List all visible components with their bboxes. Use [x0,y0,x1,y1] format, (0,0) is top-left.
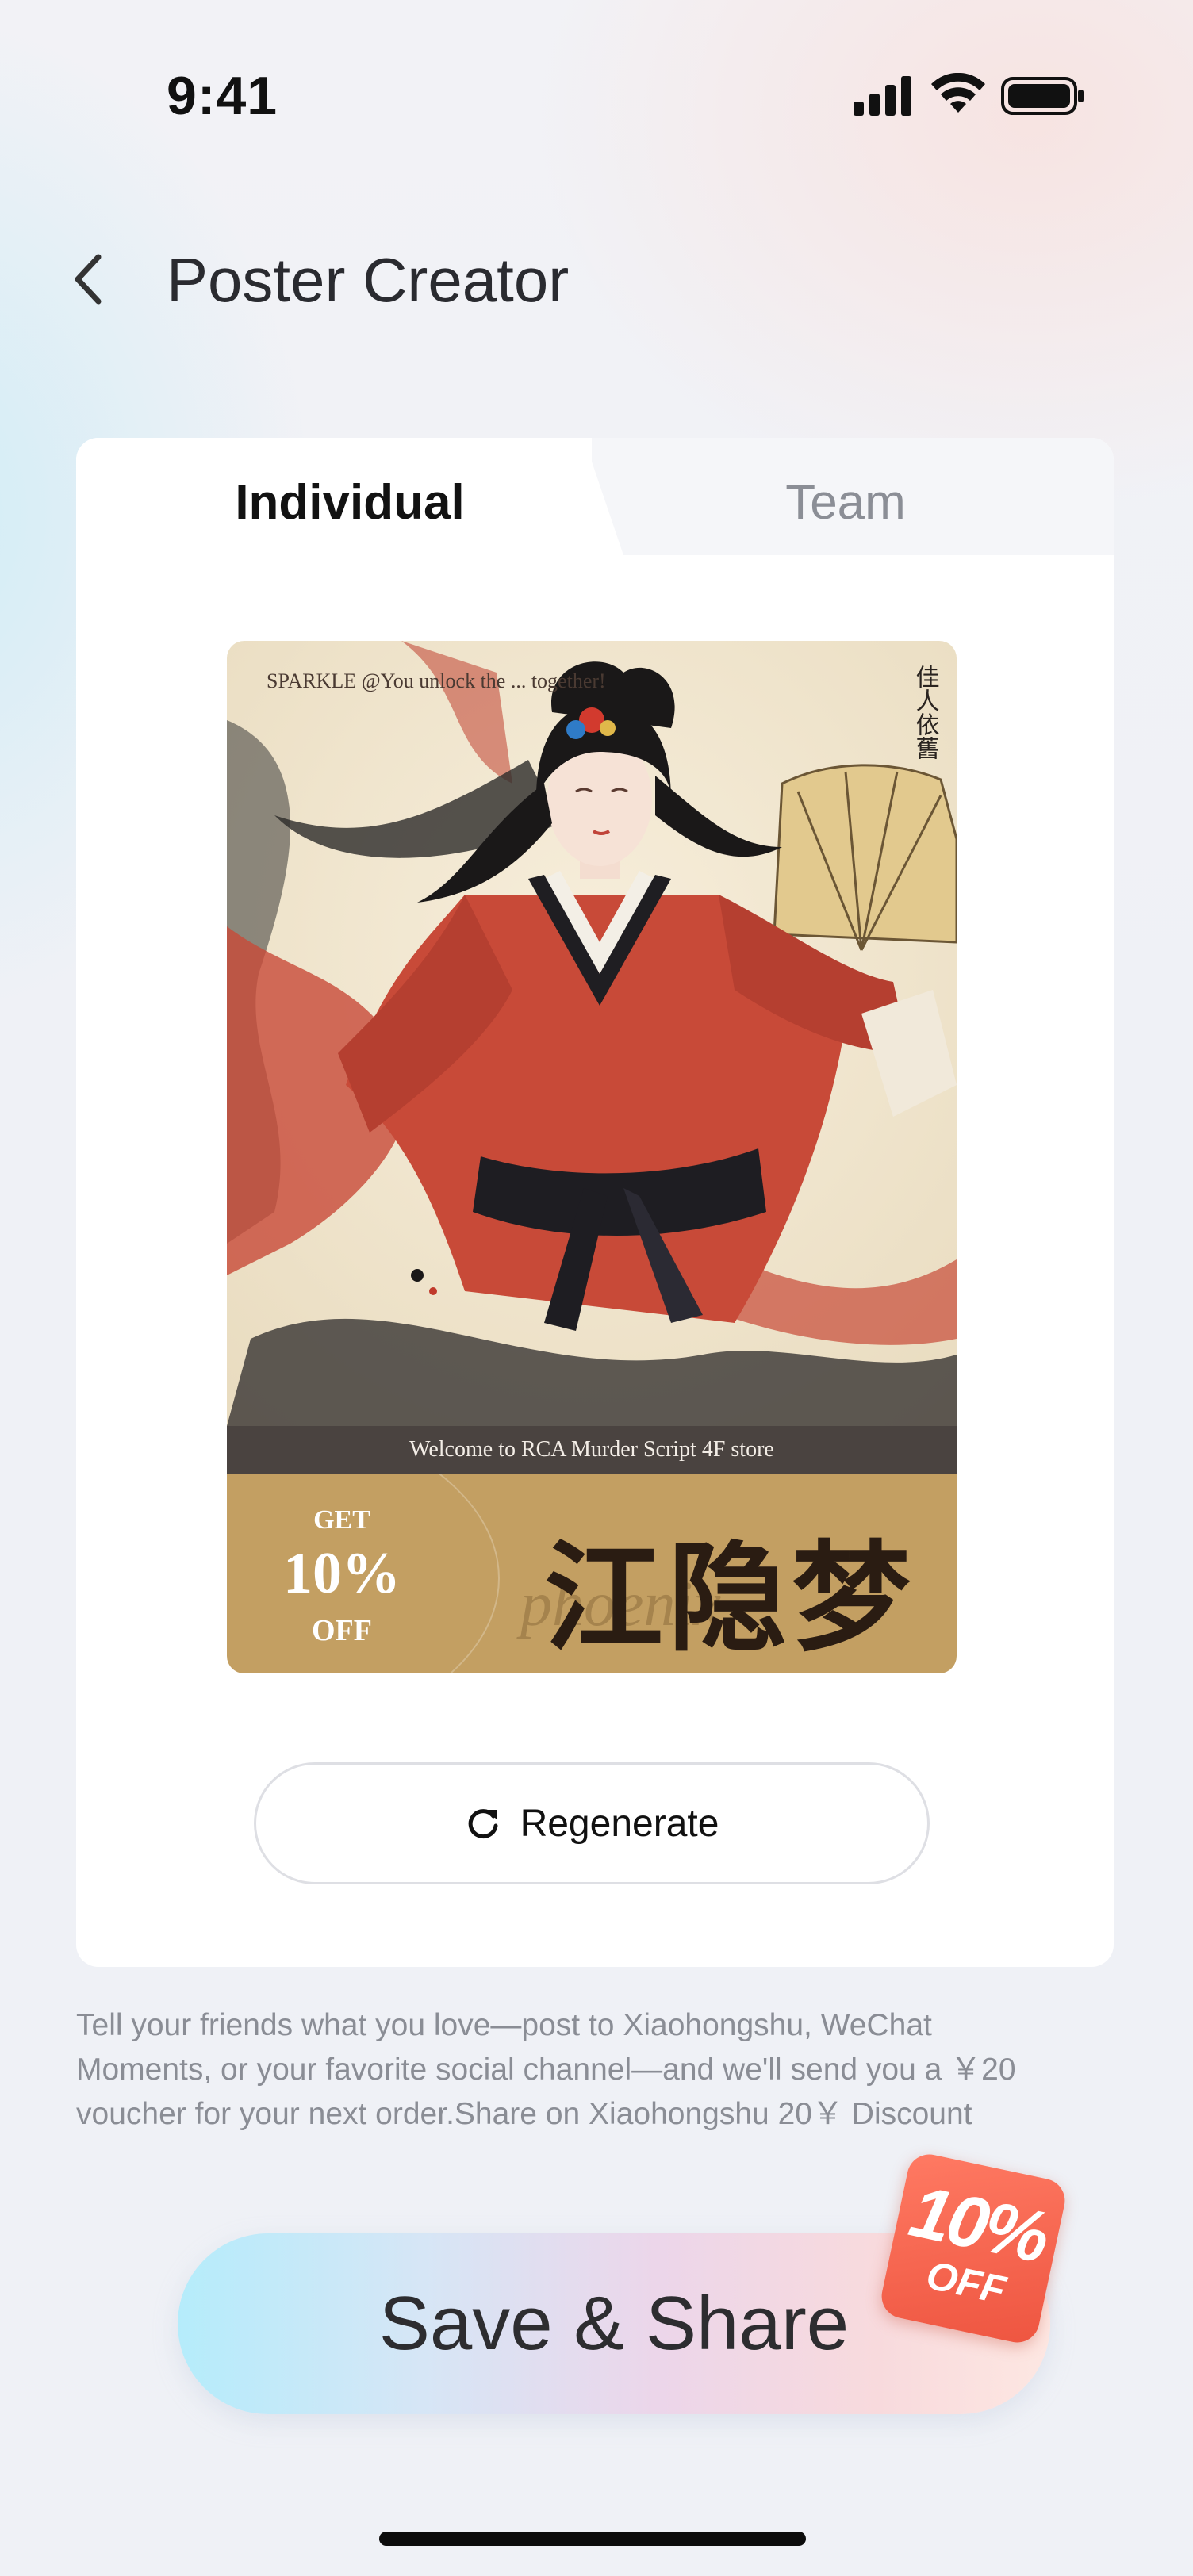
promo-line: Moments, or your favorite social channel… [76,2053,1016,2087]
page-title: Poster Creator [167,245,570,315]
coupon-calligraphy-title: 江隐梦 [544,1528,916,1668]
coupon-off-label: OFF [312,1614,372,1647]
coupon-percent: 10% [283,1541,401,1606]
poster-welcome-strip: Welcome to RCA Murder Script 4F store [227,1426,957,1474]
cellular-signal-icon [854,76,911,116]
promo-line: voucher for your next order.Share on Xia… [76,2097,972,2131]
discount-badge: 10% OFF [877,2150,1069,2347]
chevron-left-icon[interactable] [67,247,114,311]
tab-individual[interactable]: Individual [76,471,623,535]
battery-full-icon [1001,77,1084,115]
poster-vertical-text: 佳人依舊 [911,665,940,760]
regenerate-label: Regenerate [520,1802,719,1845]
tab-team[interactable]: Team [623,471,1068,535]
poster-coupon: GET 10% OFF phoenix 江隐梦 [227,1474,957,1673]
coupon-get-label: GET [313,1505,370,1535]
home-indicator [379,2532,806,2546]
status-time: 9:41 [167,66,278,126]
status-bar: 9:41 [0,0,1193,190]
poster-illustration: 佳人依舊 [227,641,957,1426]
share-promo-text: Tell your friends what you love—post to … [76,2003,1131,2137]
generated-poster: 佳人依舊 SPARKLE @You unlock the ... togethe… [227,641,957,1673]
regenerate-button[interactable]: Regenerate [254,1762,930,1884]
poster-top-caption: SPARKLE @You unlock the ... together! [267,669,606,692]
wifi-icon [931,73,985,113]
promo-line: Tell your friends what you love—post to … [76,2008,932,2042]
refresh-icon [468,1809,498,1839]
